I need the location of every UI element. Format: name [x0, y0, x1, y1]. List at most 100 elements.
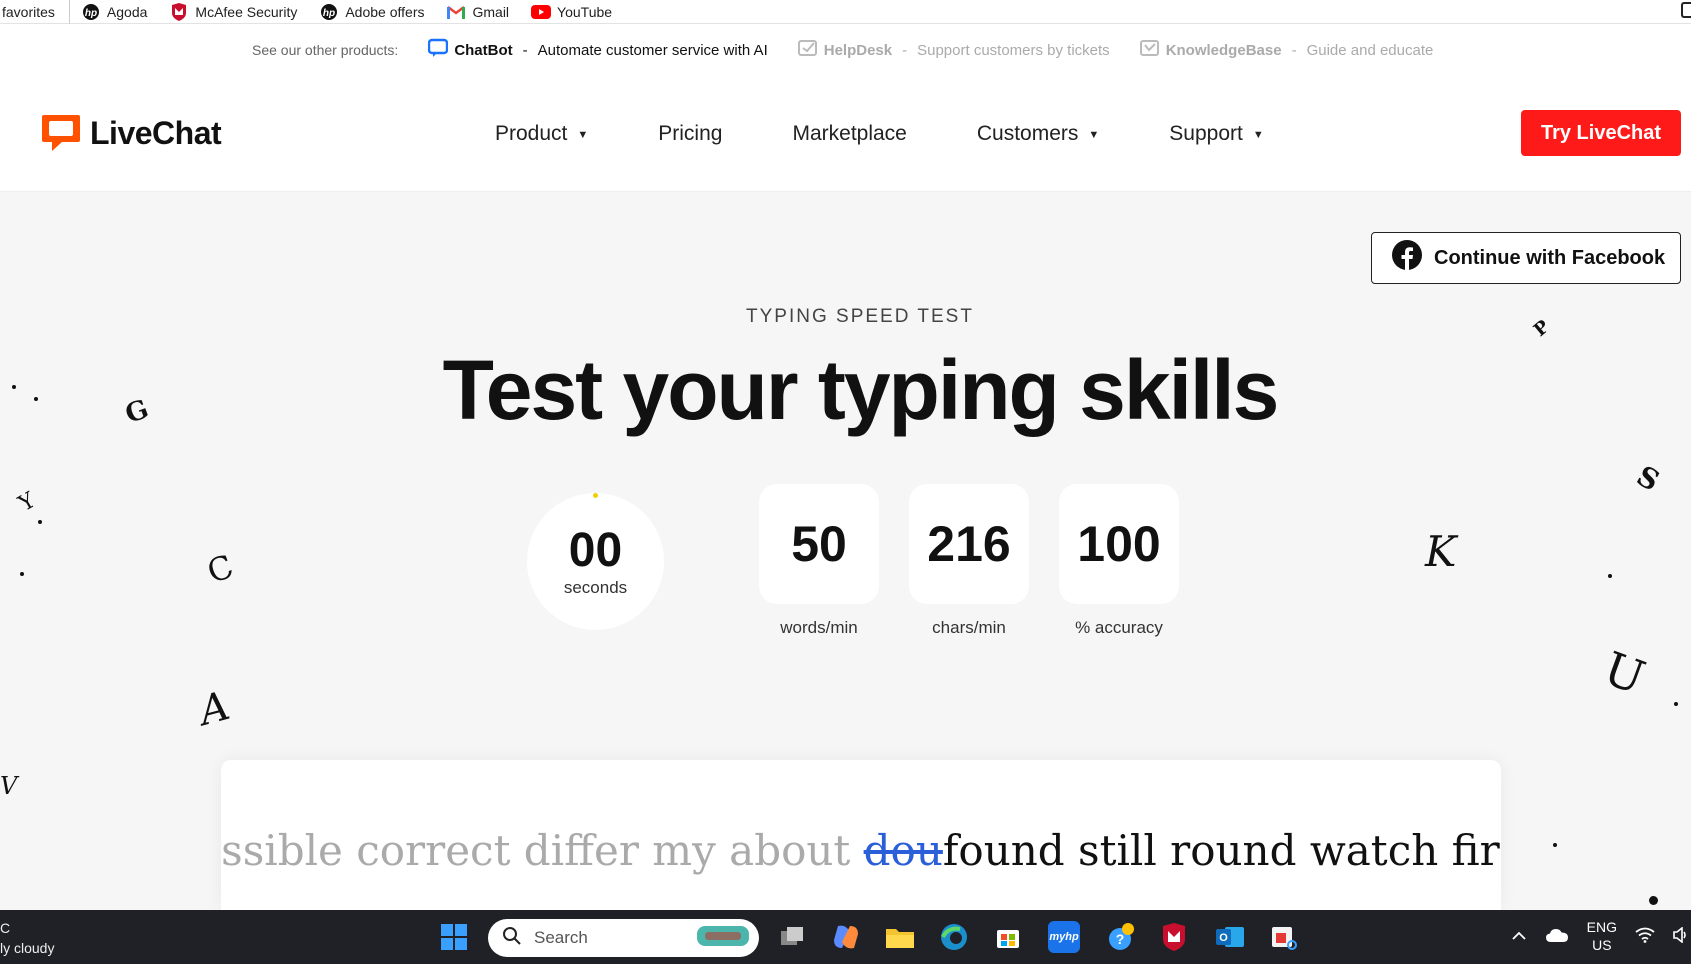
decor-dot — [1553, 843, 1557, 847]
stat-label: chars/min — [932, 618, 1006, 637]
chevron-up-icon[interactable] — [1511, 928, 1527, 944]
floating-letter: C — [202, 546, 239, 592]
favorites-bar: favorites hp Agoda McAfee Security hp Ad… — [0, 0, 1691, 24]
favorite-gmail[interactable]: Gmail — [435, 0, 520, 24]
svg-text:hp: hp — [85, 8, 97, 19]
snipping-tool-icon[interactable] — [1268, 921, 1300, 953]
try-livechat-button[interactable]: Try LiveChat — [1521, 110, 1681, 156]
favorite-agoda[interactable]: hp Agoda — [70, 0, 158, 24]
outlook-icon[interactable]: O — [1214, 921, 1246, 953]
svg-text:?: ? — [1116, 931, 1125, 947]
stat-label: words/min — [780, 618, 858, 637]
chatbot-icon — [428, 38, 449, 62]
hp-icon: hp — [319, 3, 339, 20]
windows-start-icon[interactable] — [438, 921, 470, 953]
weather-widget[interactable]: C ly cloudy — [0, 918, 54, 958]
product-link-helpdesk[interactable]: HelpDesk - Support customers by tickets — [797, 39, 1110, 61]
favorites-folder[interactable]: favorites — [0, 0, 70, 24]
svg-text:O: O — [1219, 932, 1228, 944]
stat-words-per-min: 50 words/min — [759, 484, 879, 638]
caret-down-icon: ▼ — [1252, 129, 1264, 141]
mcafee-icon[interactable] — [1158, 921, 1190, 953]
product-link-knowledgebase[interactable]: KnowledgeBase - Guide and educate — [1139, 39, 1433, 61]
floating-letter: U — [1596, 640, 1652, 706]
search-highlight-icon — [695, 922, 751, 955]
floating-letter: V — [0, 772, 18, 800]
windows-taskbar: C ly cloudy Search myhp ? O ENG US — [0, 910, 1691, 964]
edge-browser-icon[interactable] — [938, 921, 970, 953]
nav-support[interactable]: Support ▼ — [1169, 122, 1263, 146]
decor-dot — [38, 520, 42, 524]
favorite-label: YouTube — [557, 3, 613, 20]
decor-dot — [1674, 702, 1678, 706]
facebook-icon — [1392, 240, 1422, 276]
stat-value: 50 — [759, 484, 879, 604]
microsoft-store-icon[interactable] — [992, 921, 1024, 953]
timer-unit: seconds — [563, 578, 628, 597]
product-link-chatbot[interactable]: ChatBot - Automate customer service with… — [428, 38, 768, 62]
wifi-icon[interactable] — [1635, 927, 1655, 946]
timer-progress-dot — [593, 493, 598, 498]
timer-value: 00 — [568, 524, 623, 577]
continue-with-facebook-button[interactable]: Continue with Facebook — [1371, 232, 1681, 284]
caret-down-icon: ▼ — [577, 129, 589, 141]
caret-down-icon: ▼ — [1088, 129, 1100, 141]
logo-text: LiveChat — [90, 114, 222, 151]
nav-customers[interactable]: Customers ▼ — [977, 122, 1099, 146]
file-explorer-icon[interactable] — [884, 921, 916, 953]
hp-icon: hp — [81, 3, 101, 20]
favorite-label: McAfee Security — [195, 3, 298, 20]
system-tray: ENG US — [1511, 918, 1691, 954]
favorite-youtube[interactable]: YouTube — [520, 0, 623, 24]
floating-letter: K — [1425, 527, 1457, 576]
livechat-logo-icon — [40, 112, 82, 154]
onedrive-cloud-icon[interactable] — [1545, 927, 1569, 946]
stat-accuracy: 100 % accuracy — [1059, 484, 1179, 638]
search-placeholder: Search — [534, 928, 588, 947]
stat-chars-per-min: 216 chars/min — [909, 484, 1029, 638]
livechat-logo[interactable]: LiveChat — [40, 112, 222, 154]
speaker-icon[interactable] — [1673, 925, 1687, 946]
youtube-icon — [531, 4, 552, 20]
stat-value: 100 — [1059, 484, 1179, 604]
task-view-icon[interactable] — [776, 921, 808, 953]
decor-dot — [20, 572, 24, 576]
nav-pricing[interactable]: Pricing — [658, 122, 722, 146]
search-icon — [502, 926, 522, 951]
countdown-timer: 00 seconds — [527, 493, 664, 630]
typing-text-area[interactable]: possible correct differ my about doufoun… — [221, 760, 1501, 910]
decor-dot — [34, 397, 38, 401]
page-title: Test your typing skills — [442, 343, 1280, 437]
gmail-icon — [446, 4, 466, 20]
site-header: LiveChat Product ▼ Pricing Marketplace C… — [0, 76, 1691, 192]
favorite-mcafee[interactable]: McAfee Security — [158, 0, 308, 24]
facebook-button-label: Continue with Facebook — [1434, 246, 1666, 269]
stat-value: 216 — [909, 484, 1029, 604]
favorite-adobe-offers[interactable]: hp Adobe offers — [308, 0, 435, 24]
language-indicator[interactable]: ENG US — [1587, 918, 1617, 954]
nav-marketplace[interactable]: Marketplace — [792, 122, 906, 146]
main-nav: Product ▼ Pricing Marketplace Customers … — [495, 122, 1264, 146]
mistyped-word: dou — [863, 826, 943, 875]
myhp-icon[interactable]: myhp — [1048, 921, 1080, 953]
favorites-label: favorites — [2, 3, 55, 20]
decor-dot — [12, 385, 16, 389]
floating-letter: S — [1631, 459, 1666, 498]
favorites-overflow-icon[interactable] — [1681, 2, 1691, 18]
stat-label: % accuracy — [1075, 618, 1163, 637]
typed-words: possible correct differ my about — [221, 826, 864, 875]
knowledgebase-icon — [1139, 39, 1160, 61]
decor-dot — [1608, 574, 1612, 578]
svg-text:hp: hp — [323, 8, 335, 19]
floating-letter: Y — [14, 488, 40, 517]
decor-dot — [1649, 896, 1658, 905]
helpdesk-icon — [797, 39, 818, 61]
nav-product[interactable]: Product ▼ — [495, 122, 588, 146]
floating-letter: A — [194, 683, 235, 735]
help-icon[interactable]: ? — [1104, 921, 1136, 953]
favorite-label: Gmail — [472, 3, 510, 20]
taskbar-search[interactable]: Search — [488, 919, 759, 957]
other-products-lead: See our other products: — [252, 42, 399, 58]
copilot-icon[interactable] — [830, 921, 862, 953]
mcafee-icon — [169, 2, 189, 21]
